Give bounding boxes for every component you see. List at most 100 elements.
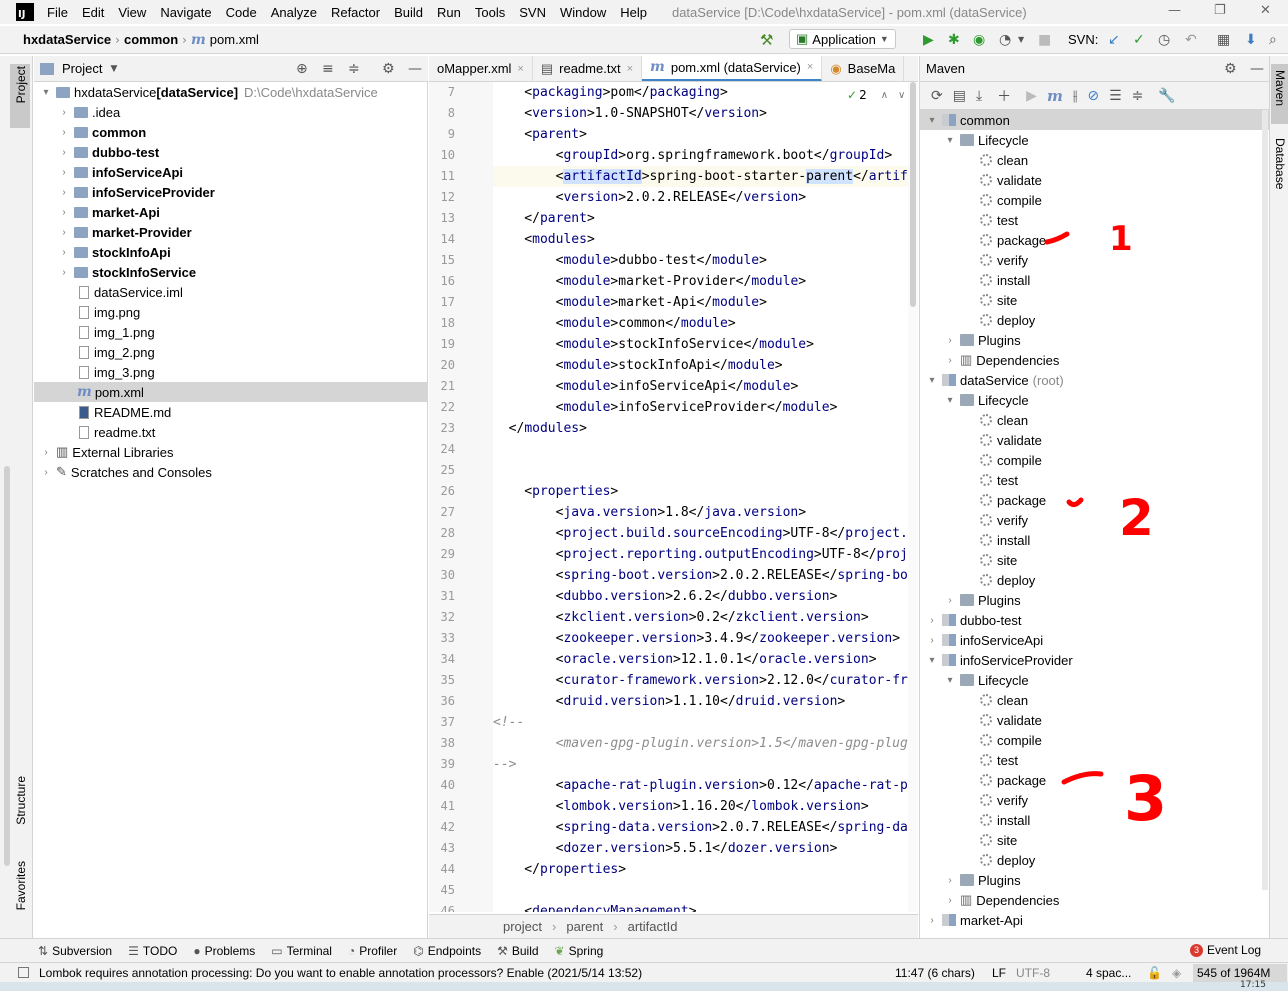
inspection-widget[interactable]: ✓ 2 ∧ ∨ bbox=[847, 88, 906, 102]
hide-panel-icon[interactable]: — bbox=[1250, 61, 1264, 77]
collapse-all-icon[interactable]: ≑ bbox=[348, 61, 360, 77]
project-tree-row[interactable]: › market-Provider bbox=[34, 222, 427, 242]
project-tree-row[interactable]: › ▥ External Libraries bbox=[34, 442, 427, 462]
chevron-right-icon[interactable]: › bbox=[926, 915, 938, 926]
more-run-chevron-icon[interactable]: ▼ bbox=[1018, 35, 1024, 44]
database-tool-label[interactable]: Database bbox=[1273, 138, 1287, 189]
chevron-right-icon[interactable]: › bbox=[58, 247, 70, 258]
chevron-right-icon[interactable]: › bbox=[58, 207, 70, 218]
run-icon[interactable]: ▶ bbox=[1026, 88, 1037, 104]
collapse-all-icon[interactable]: ≑ bbox=[1132, 88, 1144, 104]
editor-tab[interactable]: ▤ readme.txt × bbox=[533, 56, 643, 81]
menu-item-run[interactable]: Run bbox=[430, 5, 468, 20]
favorites-tool-label[interactable]: Favorites bbox=[14, 861, 28, 910]
svn-commit-icon[interactable]: ✓ bbox=[1133, 32, 1145, 48]
project-tree-row[interactable]: ▾ hxdataService [dataService] D:\Code\hxd… bbox=[34, 82, 427, 102]
code-line[interactable]: </properties> bbox=[493, 859, 918, 880]
editor-breadcrumb-item[interactable]: artifactId bbox=[628, 919, 678, 934]
project-tree-row[interactable]: img_1.png bbox=[34, 322, 427, 342]
code-line[interactable]: <apache-rat-plugin.version>0.12</apache-… bbox=[493, 775, 918, 796]
code-line[interactable]: <properties> bbox=[493, 481, 918, 502]
generate-sources-icon[interactable]: ▤ bbox=[953, 88, 966, 104]
chevron-right-icon[interactable]: › bbox=[944, 895, 956, 906]
tool-window-spring[interactable]: ❦ Spring bbox=[555, 944, 604, 958]
status-toggle-icon[interactable] bbox=[18, 967, 29, 978]
debug-icon[interactable]: ✱ bbox=[948, 32, 960, 48]
view-mode-chevron-icon[interactable]: ▼ bbox=[110, 64, 117, 74]
code-line[interactable]: <version>2.0.2.RELEASE</version> bbox=[493, 187, 918, 208]
code-line[interactable]: <module>dubbo-test</module> bbox=[493, 250, 918, 271]
code-line[interactable]: <maven-gpg-plugin.version>1.5</maven-gpg… bbox=[493, 733, 918, 754]
chevron-right-icon[interactable]: › bbox=[58, 267, 70, 278]
run-icon[interactable]: ▶ bbox=[923, 32, 934, 48]
project-tree-row[interactable]: › infoServiceProvider bbox=[34, 182, 427, 202]
run-configuration-select[interactable]: ▣ Application ▼ bbox=[789, 29, 896, 49]
reload-icon[interactable]: ⟳ bbox=[931, 88, 943, 104]
menu-item-svn[interactable]: SVN bbox=[512, 5, 553, 20]
code-line[interactable]: <module>infoServiceProvider</module> bbox=[493, 397, 918, 418]
menu-item-file[interactable]: File bbox=[40, 5, 75, 20]
chevron-right-icon[interactable]: › bbox=[58, 147, 70, 158]
code-line[interactable]: <module>infoServiceApi</module> bbox=[493, 376, 918, 397]
maven-tree-row[interactable]: › ▥ Dependencies bbox=[920, 890, 1269, 910]
chevron-right-icon[interactable]: › bbox=[40, 467, 52, 478]
code-line[interactable]: <module>stockInfoApi</module> bbox=[493, 355, 918, 376]
code-line[interactable]: <dubbo.version>2.6.2</dubbo.version> bbox=[493, 586, 918, 607]
code-line[interactable]: <module>stockInfoService</module> bbox=[493, 334, 918, 355]
code-line[interactable]: <spring-boot.version>2.0.2.RELEASE</spri… bbox=[493, 565, 918, 586]
maven-tree-row[interactable]: › market-Api bbox=[920, 910, 1269, 930]
tool-window-subversion[interactable]: ⇅ Subversion bbox=[38, 944, 112, 958]
tool-window-terminal[interactable]: ▭ Terminal bbox=[271, 944, 332, 958]
breadcrumb-root[interactable]: hxdataService bbox=[23, 32, 111, 47]
chevron-right-icon[interactable]: › bbox=[58, 167, 70, 178]
code-line[interactable]: <spring-data.version>2.0.7.RELEASE</spri… bbox=[493, 817, 918, 838]
code-line[interactable]: <curator-framework.version>2.12.0</curat… bbox=[493, 670, 918, 691]
code-line[interactable]: <project.reporting.outputEncoding>UTF-8<… bbox=[493, 544, 918, 565]
breadcrumb-module[interactable]: common bbox=[124, 32, 178, 47]
chevron-right-icon[interactable]: › bbox=[58, 187, 70, 198]
code-line[interactable]: <zkclient.version>0.2</zkclient.version> bbox=[493, 607, 918, 628]
code-line[interactable]: <module>market-Provider</module> bbox=[493, 271, 918, 292]
menu-item-window[interactable]: Window bbox=[553, 5, 613, 20]
line-separator[interactable]: LF bbox=[992, 966, 1006, 980]
sdk-download-icon[interactable]: ⬇ bbox=[1245, 32, 1257, 48]
tool-window-problems[interactable]: ● Problems bbox=[193, 944, 255, 958]
toggle-offline-icon[interactable]: ⫲ bbox=[1073, 88, 1078, 104]
project-tree-row[interactable]: › .idea bbox=[34, 102, 427, 122]
show-dependencies-icon[interactable]: ☰ bbox=[1109, 88, 1122, 104]
code-line[interactable]: <module>common</module> bbox=[493, 313, 918, 334]
code-line[interactable]: <zookeeper.version>3.4.9</zookeeper.vers… bbox=[493, 628, 918, 649]
editor-breadcrumb-item[interactable]: parent bbox=[566, 919, 603, 934]
code-line[interactable]: <lombok.version>1.16.20</lombok.version> bbox=[493, 796, 918, 817]
code-line[interactable]: <modules> bbox=[493, 229, 918, 250]
project-tree-row[interactable]: README.md bbox=[34, 402, 427, 422]
menu-item-code[interactable]: Code bbox=[219, 5, 264, 20]
event-log-button[interactable]: 3 Event Log bbox=[1190, 943, 1261, 957]
code-line[interactable]: <project.build.sourceEncoding>UTF-8</pro… bbox=[493, 523, 918, 544]
code-line[interactable]: <dependencyManagement> bbox=[493, 901, 918, 912]
chevron-up-icon[interactable]: ∧ bbox=[881, 90, 888, 101]
project-tree-row[interactable]: dataService.iml bbox=[34, 282, 427, 302]
project-tree-row[interactable]: › stockInfoService bbox=[34, 262, 427, 282]
structure-tool-label[interactable]: Structure bbox=[14, 776, 28, 825]
project-tree-row[interactable]: › market-Api bbox=[34, 202, 427, 222]
code-line[interactable] bbox=[493, 439, 918, 460]
chevron-right-icon[interactable]: › bbox=[58, 127, 70, 138]
project-tree-row[interactable]: › ✎ Scratches and Consoles bbox=[34, 462, 427, 482]
history-icon[interactable]: ◷ bbox=[1158, 32, 1170, 48]
download-icon[interactable]: ⤓ bbox=[976, 88, 982, 104]
chevron-right-icon[interactable]: › bbox=[40, 447, 52, 458]
add-icon[interactable]: ＋ bbox=[997, 86, 1011, 106]
close-tab-icon[interactable]: × bbox=[807, 61, 813, 73]
chevron-right-icon[interactable]: › bbox=[58, 107, 70, 118]
editor-tab[interactable]: m pom.xml (dataService) × bbox=[642, 56, 823, 81]
locate-icon[interactable]: ⊕ bbox=[296, 61, 308, 77]
code-line[interactable]: <druid.version>1.1.10</druid.version> bbox=[493, 691, 918, 712]
build-hammer-icon[interactable]: ⚒ bbox=[760, 31, 773, 49]
tool-window-todo[interactable]: ☰ TODO bbox=[128, 944, 177, 958]
close-tab-icon[interactable]: × bbox=[517, 63, 523, 75]
code-line[interactable]: <groupId>org.springframework.boot</group… bbox=[493, 145, 918, 166]
profile-icon[interactable]: ◔ bbox=[999, 32, 1011, 48]
code-line[interactable]: <module>market-Api</module> bbox=[493, 292, 918, 313]
project-tree-row[interactable]: › common bbox=[34, 122, 427, 142]
